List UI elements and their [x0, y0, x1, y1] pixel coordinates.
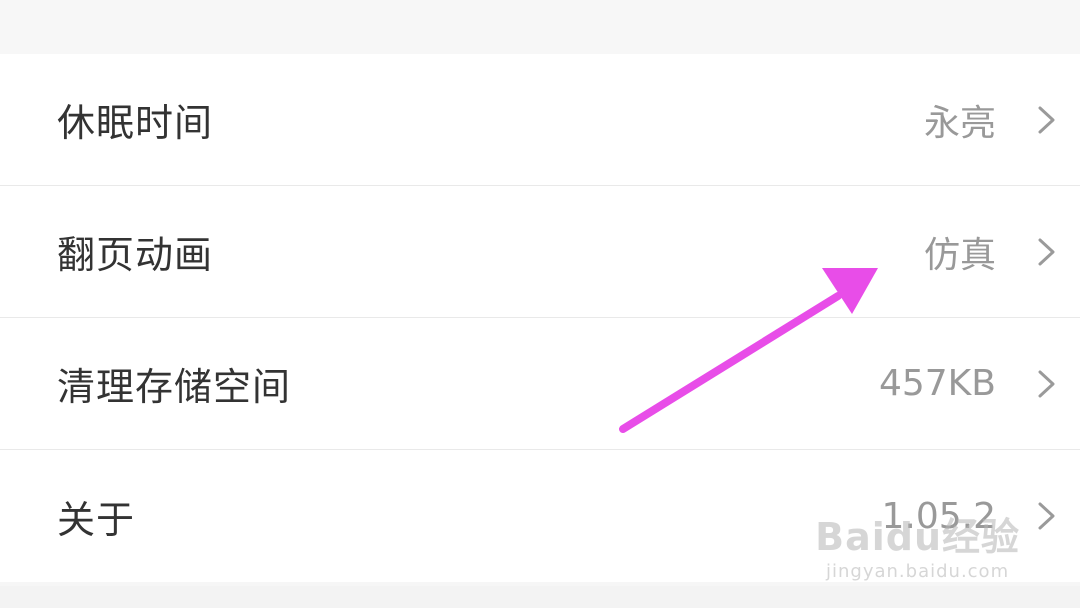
- settings-list: 休眠时间 永亮 翻页动画 仿真 清理存储空间 457KB 关于 1.05.2: [0, 54, 1080, 582]
- chevron-right-icon: [1038, 370, 1055, 397]
- settings-row-sleep-time[interactable]: 休眠时间 永亮: [0, 54, 1080, 186]
- settings-row-label: 休眠时间: [57, 101, 214, 145]
- settings-row-label: 关于: [57, 497, 136, 542]
- settings-row-label: 清理存储空间: [57, 365, 292, 409]
- chevron-right-icon: [1038, 106, 1055, 133]
- chevron-right-icon: [1038, 502, 1055, 530]
- settings-row-label: 翻页动画: [57, 233, 214, 277]
- settings-row-value: 仿真: [923, 234, 996, 276]
- bottom-spacer: [0, 586, 1080, 608]
- settings-row-value: 永亮: [923, 102, 996, 144]
- top-spacer: [0, 0, 1080, 54]
- settings-screen: 休眠时间 永亮 翻页动画 仿真 清理存储空间 457KB 关于 1.05.2 B…: [0, 0, 1080, 608]
- settings-row-value: 1.05.2: [881, 495, 996, 537]
- settings-row-clear-storage[interactable]: 清理存储空间 457KB: [0, 318, 1080, 450]
- chevron-right-icon: [1038, 238, 1055, 265]
- settings-row-value: 457KB: [878, 363, 996, 404]
- settings-row-about[interactable]: 关于 1.05.2: [0, 450, 1080, 582]
- settings-row-page-animation[interactable]: 翻页动画 仿真: [0, 186, 1080, 318]
